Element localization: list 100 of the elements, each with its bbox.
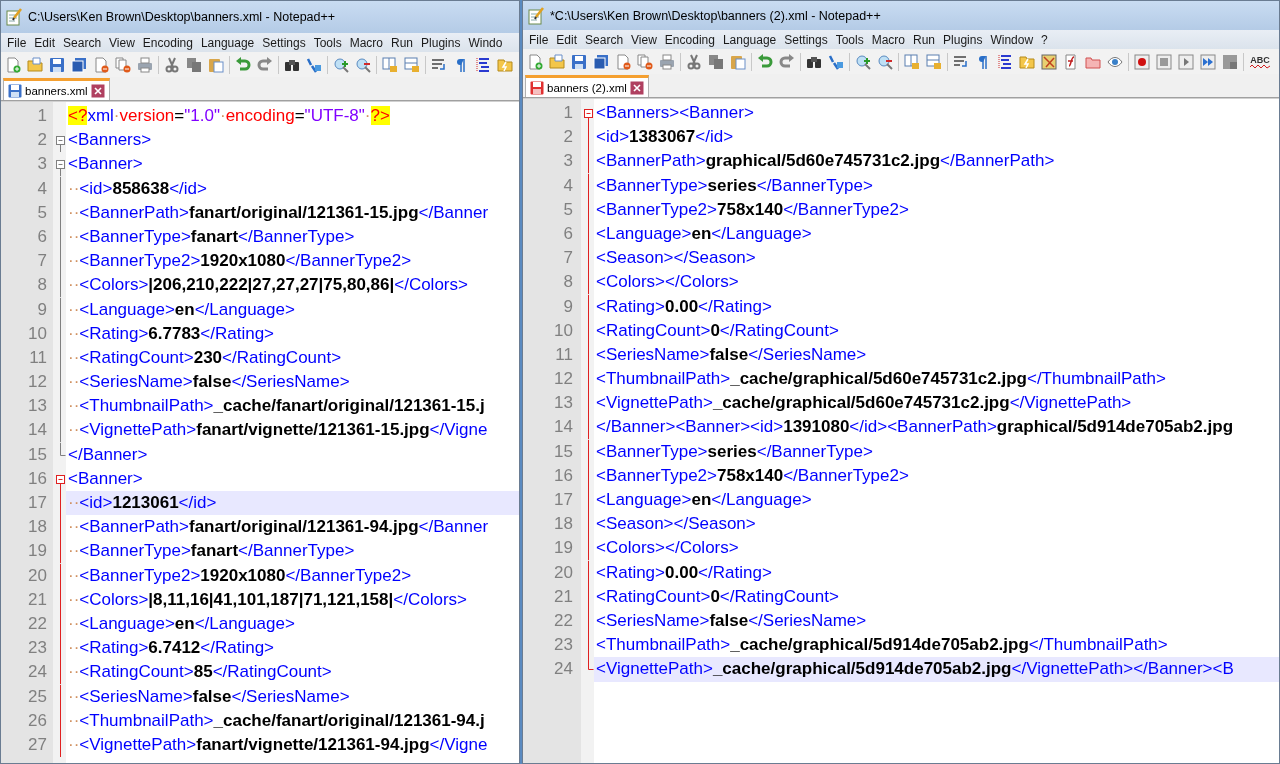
code-line: ··<Colors>|8,11,16|41,101,187|71,121,158|</Colors> (67, 588, 468, 611)
menu-item[interactable]: File (3, 35, 31, 50)
menu-item[interactable]: Settings (780, 32, 832, 47)
code-line: ··<SeriesName>false</SeriesName> (67, 685, 351, 708)
printer-icon[interactable] (657, 51, 677, 72)
line-number: 23 (27, 637, 48, 660)
line-number: 9 (36, 298, 48, 321)
close-tab-icon[interactable] (629, 80, 644, 95)
code-line: <ThumbnailPath>_cache/graphical/5d914de705ab2.jpg</ThumbnailPath> (595, 634, 1169, 657)
code-line: <BannerType>series</BannerType> (595, 174, 874, 197)
record-icon[interactable] (1132, 51, 1152, 72)
line-number: 23 (553, 634, 574, 657)
menu-item[interactable]: Plugins (417, 35, 465, 50)
code-line: ··<Language>en</Language> (67, 612, 296, 635)
close-all-files-icon[interactable] (113, 54, 133, 75)
menu-item[interactable]: File (525, 32, 553, 47)
code-line: <SeriesName>false</SeriesName> (595, 343, 868, 366)
menu-item[interactable]: Encoding (138, 35, 197, 50)
code-line: ··<ThumbnailPath>_cache/fanart/original/121361-94.j (67, 709, 486, 732)
window-lock-icon[interactable] (402, 54, 422, 75)
code-line: <BannerType2>758x140</BannerType2> (595, 464, 910, 487)
code-line: <Rating>0.00</Rating> (595, 561, 773, 584)
menu-item[interactable]: Language (718, 32, 781, 47)
code-line: <ThumbnailPath>_cache/graphical/5d60e745731c2.jpg</ThumbnailPath> (595, 368, 1167, 391)
code-line: <Colors></Colors> (595, 537, 740, 560)
line-number: 11 (28, 346, 48, 369)
line-number: 21 (27, 588, 48, 611)
line-number: 18 (27, 516, 48, 539)
menu-item[interactable]: Search (59, 35, 106, 50)
line-number: 10 (553, 319, 574, 342)
line-number: 19 (27, 540, 48, 563)
menu-item[interactable]: Edit (552, 32, 582, 47)
menu-item[interactable]: Encoding (660, 32, 719, 47)
folder-icon[interactable] (547, 51, 567, 72)
line-number: 15 (553, 440, 574, 463)
menu-item[interactable]: Macro (867, 32, 909, 47)
window-lock-icon[interactable] (380, 54, 400, 75)
code-line: ··<BannerPath>fanart/original/121361-15.jpg</Banner (67, 201, 490, 224)
menu-item[interactable]: View (105, 35, 139, 50)
menu-item[interactable]: Run (387, 35, 418, 50)
code-line: <Language>en</Language> (595, 222, 813, 245)
code-line: ··<Colors>|206,210,222|27,27,27|75,80,86|</Colors> (67, 274, 469, 297)
line-number: 16 (27, 467, 48, 490)
line-number: 20 (27, 564, 48, 587)
code-line: <BannerType2>758x140</BannerType2> (595, 198, 910, 221)
play-icon[interactable] (1176, 51, 1196, 72)
menu-item[interactable]: Windo (464, 35, 507, 50)
window-lock-icon[interactable] (902, 51, 922, 72)
menu-item[interactable]: Macro (345, 35, 387, 50)
code-line: <RatingCount>0</RatingCount> (595, 319, 840, 342)
line-number: 13 (27, 395, 48, 418)
menu-item[interactable]: Run (909, 32, 940, 47)
menu-item[interactable]: View (627, 32, 661, 47)
line-number: 9 (562, 295, 574, 318)
line-number: 26 (27, 709, 48, 732)
printer-icon[interactable] (135, 54, 155, 75)
code-line: ··<BannerType2>1920x1080</BannerType2> (67, 564, 413, 587)
code-line: ··<id>858638</id> (67, 177, 208, 200)
code-line: <?xml·version="1.0"·encoding="UTF-8"·?> (67, 105, 391, 127)
stop-icon[interactable] (1154, 51, 1174, 72)
folder-icon[interactable] (25, 54, 45, 75)
code-line: ··<Rating>6.7412</Rating> (67, 637, 276, 660)
menu-item[interactable]: ? (1037, 32, 1052, 47)
menu-item[interactable]: Window (986, 32, 1038, 47)
line-number: 10 (27, 322, 48, 345)
code-line: <id>1383067</id> (595, 126, 735, 149)
menu-item[interactable]: Tools (309, 35, 346, 50)
code-line: ··<RatingCount>230</RatingCount> (67, 346, 343, 369)
fast-forward-icon[interactable] (1198, 51, 1218, 72)
menu-item[interactable]: Tools (831, 32, 868, 47)
code-line: <RatingCount>0</RatingCount> (595, 585, 840, 608)
code-line: <Season></Season> (595, 247, 757, 270)
line-number: 3 (36, 153, 48, 176)
window-lock-icon[interactable] (924, 51, 944, 72)
line-number: 12 (553, 368, 574, 391)
line-number: 5 (36, 201, 48, 224)
menu-item[interactable]: Edit (30, 35, 60, 50)
code-line: ··<RatingCount>85</RatingCount> (67, 661, 333, 684)
line-number: 17 (27, 492, 48, 514)
menu-item[interactable]: Settings (258, 35, 310, 50)
file-tab[interactable]: banners (2).xml (525, 75, 649, 97)
close-tab-icon[interactable] (90, 83, 105, 98)
line-number: 14 (27, 419, 48, 442)
code-line: <Season></Season> (595, 513, 757, 536)
code-line: <Language>en</Language> (595, 489, 813, 511)
notepad-app-icon (5, 8, 23, 26)
notepad-app-icon (527, 6, 545, 25)
file-tab[interactable]: banners.xml (3, 78, 110, 100)
close-all-files-icon[interactable] (635, 51, 655, 72)
menu-item[interactable]: Language (196, 35, 259, 50)
menu-item[interactable]: Plugins (939, 32, 987, 47)
line-number: 20 (553, 561, 574, 584)
line-number: 4 (562, 174, 574, 197)
code-line: ··<BannerType>fanart</BannerType> (67, 540, 356, 563)
line-number: 2 (562, 126, 574, 149)
menu-item[interactable]: Search (581, 32, 628, 47)
line-number: 22 (27, 612, 48, 635)
code-line: ··<Rating>6.7783</Rating> (67, 322, 276, 345)
window-title: *C:\Users\Ken Brown\Desktop\banners (2).xml - Notepad++ (550, 8, 881, 23)
code-line: <Colors></Colors> (595, 271, 740, 294)
